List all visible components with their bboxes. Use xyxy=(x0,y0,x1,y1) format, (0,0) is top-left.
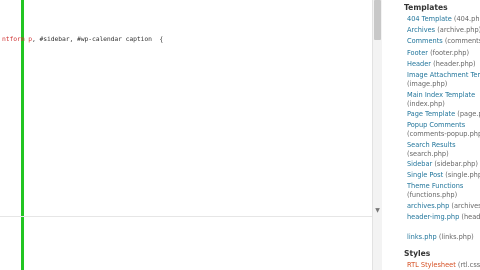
template-file-404[interactable]: 404 Template (404.php) xyxy=(407,15,480,24)
scrollbar-thumb[interactable] xyxy=(374,0,381,40)
template-file-single-post[interactable]: Single Post (single.php) xyxy=(407,171,480,180)
template-file-main-index[interactable]: Main Index Template (index.php) xyxy=(407,91,480,109)
editor-scrollbar[interactable]: ▼ xyxy=(372,0,382,270)
template-file-image-attachment[interactable]: Image Attachment Template(image.php) xyxy=(407,71,480,89)
style-file-rtl[interactable]: RTL Stylesheet (rtl.css) xyxy=(407,261,480,270)
theme-editor-textarea[interactable]: ntform p, #sidebar, #wp-calendar caption… xyxy=(0,0,382,270)
theme-files-sidebar: Templates 404 Template (404.php) Archive… xyxy=(398,0,480,270)
code-selector: ntform p xyxy=(2,35,32,43)
template-file-sidebar[interactable]: Sidebar (sidebar.php) xyxy=(407,160,480,169)
scroll-down-arrow-icon[interactable]: ▼ xyxy=(373,206,382,216)
template-file-theme-functions[interactable]: Theme Functions (functions.php) xyxy=(407,182,480,200)
template-file-archives[interactable]: Archives (archive.php) xyxy=(407,26,480,35)
template-file-archives-php[interactable]: archives.php (archives.php) xyxy=(407,202,480,211)
template-file-links[interactable]: links.php (links.php) xyxy=(407,233,480,242)
templates-heading: Templates xyxy=(404,3,448,12)
template-file-page[interactable]: Page Template (page.php) xyxy=(407,110,480,119)
template-file-header[interactable]: Header (header.php) xyxy=(407,60,480,69)
template-file-footer[interactable]: Footer (footer.php) xyxy=(407,49,480,58)
template-file-popup-comments[interactable]: Popup Comments (comments-popup.php) xyxy=(407,121,480,139)
template-file-search-results[interactable]: Search Results (search.php) xyxy=(407,141,480,159)
code-selector-rest: , #sidebar, #wp-calendar caption { xyxy=(31,35,164,43)
code-line: ntform p, #sidebar, #wp-calendar caption… xyxy=(2,35,163,43)
editor-bottom-border xyxy=(0,216,372,217)
template-file-header-img[interactable]: header-img.php (header-img.php) xyxy=(407,213,480,222)
styles-heading: Styles xyxy=(404,249,431,258)
template-file-comments[interactable]: Comments (comments.php) xyxy=(407,37,480,46)
